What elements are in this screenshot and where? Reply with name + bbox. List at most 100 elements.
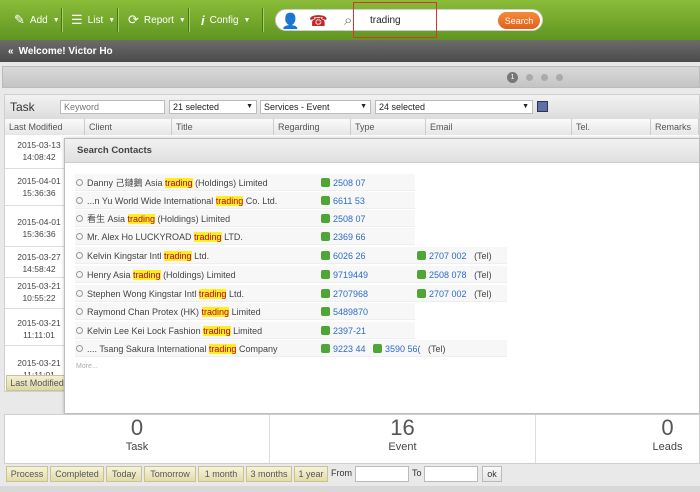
more-link[interactable]: More... [76, 363, 98, 370]
tel-type-label: (Tel) [474, 270, 492, 280]
contact-tel[interactable]: 2508 078 (Tel) [417, 267, 492, 283]
search-icon[interactable]: ⌕ [344, 12, 352, 29]
welcome-text: Welcome! Victor Ho [18, 45, 113, 57]
contact-tel[interactable]: 2397-21 [321, 323, 366, 339]
config-menu-label: Config [209, 14, 239, 26]
table-row[interactable]: 2015-04-01 15:36:36 [9, 216, 69, 240]
popup-title: Search Contacts [65, 139, 699, 163]
table-row[interactable]: 2015-04-01 15:36:36 [9, 175, 69, 199]
contact-tel[interactable]: 2508 07 [321, 175, 366, 191]
match-highlight: trading [164, 251, 192, 261]
keyword-input[interactable] [60, 100, 165, 114]
carousel-pager: 1 [507, 72, 563, 83]
filter-completed-button[interactable]: Completed [50, 466, 104, 482]
add-menu[interactable]: ✎ Add ▼ [14, 11, 60, 29]
pager-dot[interactable] [556, 74, 563, 81]
search-input[interactable] [356, 11, 496, 29]
table-row[interactable]: 2015-03-27 14:58:42 [9, 251, 69, 275]
list-icon: ☰ [71, 12, 83, 27]
column-header-title[interactable]: Title [172, 119, 274, 135]
row-divider [5, 205, 67, 206]
contact-tel[interactable]: 2508 07 [321, 211, 366, 227]
contact-tel[interactable]: 6611 53 [321, 193, 365, 209]
chevron-down-icon: ▼ [243, 16, 251, 24]
row-divider [5, 308, 67, 309]
contact-tel[interactable]: 9719449 [321, 267, 368, 283]
contact-tel[interactable]: 6026 26 [321, 248, 366, 264]
row-time: 15:36:36 [22, 229, 56, 239]
filter-1-month-button[interactable]: 1 month [198, 466, 244, 482]
filter-3-months-button[interactable]: 3 months [246, 466, 292, 482]
contact-result[interactable]: 看生 Asia trading (Holdings) Limited [76, 211, 230, 227]
status-select-value: 21 selected [173, 102, 220, 112]
tel-type-label: (Tel) [474, 251, 492, 261]
column-header-type[interactable]: Type [351, 119, 426, 135]
filter-tomorrow-button[interactable]: Tomorrow [144, 466, 196, 482]
person-icon[interactable]: 👤 [281, 12, 300, 30]
last-modified-sort-button[interactable]: Last Modified [6, 375, 68, 391]
list-menu[interactable]: ☰ List ▼ [71, 11, 115, 29]
column-header-regarding[interactable]: Regarding [274, 119, 351, 135]
contact-result[interactable]: Kelvin Lee Kei Lock Fashion trading Limi… [76, 323, 262, 339]
phone-icon[interactable]: ☎ [309, 12, 328, 30]
from-date-input[interactable] [355, 466, 409, 482]
report-menu[interactable]: ⟳ Report ▼ [128, 11, 186, 29]
filter-today-button[interactable]: Today [106, 466, 142, 482]
stat-task[interactable]: 0 Task [5, 415, 270, 463]
contact-icon [76, 252, 83, 259]
contact-tel[interactable]: 2707 002 (Tel) [417, 248, 492, 264]
category-select-value: Services - Event [264, 102, 330, 112]
double-chevron-left-icon[interactable]: « [8, 46, 14, 57]
contact-tel[interactable]: 3590 56( (Tel) [373, 341, 446, 357]
stat-number: 0 [661, 415, 674, 440]
report-menu-label: Report [143, 14, 174, 26]
to-date-input[interactable] [424, 466, 478, 482]
contact-tel[interactable]: 2369 66 [321, 229, 366, 245]
status-select[interactable]: 21 selected ▼ [169, 100, 257, 114]
contact-tel[interactable]: 5489870 [321, 304, 368, 320]
column-header-client[interactable]: Client [85, 119, 172, 135]
row-date: 2015-03-21 [17, 358, 61, 368]
stat-event[interactable]: 16 Event [270, 415, 536, 463]
phone-icon [321, 196, 330, 205]
contact-result[interactable]: Henry Asia trading (Holdings) Limited [76, 267, 236, 283]
table-row[interactable]: 2015-03-21 11:11:01 [9, 317, 69, 341]
contact-result[interactable]: Raymond Chan Protex (HK) trading Limited [76, 304, 261, 320]
search-button[interactable]: Search [498, 12, 540, 29]
row-time: 15:36:36 [22, 188, 56, 198]
tel-type-label: (Tel) [474, 289, 492, 299]
filter-process-button[interactable]: Process [6, 466, 48, 482]
contact-result[interactable]: Kelvin Kingstar Intl trading Ltd. [76, 248, 209, 264]
column-header-tel[interactable]: Tel. [572, 119, 651, 135]
save-icon[interactable] [537, 101, 548, 112]
contact-result[interactable]: ...n Yu World Wide International trading… [76, 193, 277, 209]
contact-result[interactable]: Mr. Alex Ho LUCKYROAD trading LTD. [76, 229, 243, 245]
category-select[interactable]: Services - Event ▼ [260, 100, 371, 114]
contact-result[interactable]: Stephen Wong Kingstar Intl trading Ltd. [76, 286, 244, 302]
contact-tel[interactable]: 2707 002 (Tel) [417, 286, 492, 302]
row-date: 2015-04-01 [17, 176, 61, 186]
pager-dot[interactable] [526, 74, 533, 81]
pager-dot[interactable] [541, 74, 548, 81]
contact-tel[interactable]: 9223 44 [321, 341, 366, 357]
column-header-remarks[interactable]: Remarks [651, 119, 699, 135]
menu-divider [188, 8, 189, 32]
config-menu[interactable]: i Config ▼ [201, 11, 250, 29]
table-row[interactable]: 2015-03-13 14:08:42 [9, 139, 69, 163]
contact-name-post: Ltd. [226, 289, 244, 299]
row-time: 14:58:42 [22, 264, 56, 274]
column-header-last-modified[interactable]: Last Modified [5, 119, 85, 135]
filter-1-year-button[interactable]: 1 year [294, 466, 328, 482]
contact-tel[interactable]: 2707968 [321, 286, 368, 302]
column-header-email[interactable]: Email [426, 119, 572, 135]
contact-result[interactable]: Danny 己鏈鵝 Asia trading (Holdings) Limite… [76, 175, 268, 191]
pager-dot-active[interactable]: 1 [507, 72, 518, 83]
contact-result[interactable]: .... Tsang Sakura International trading … [76, 341, 277, 357]
row-time: 11:11:01 [23, 330, 55, 340]
type-select[interactable]: 24 selected ▼ [375, 100, 533, 114]
menu-divider [262, 8, 263, 32]
table-row[interactable]: 2015-03-21 10:55:22 [9, 280, 69, 304]
ok-button[interactable]: ok [482, 466, 502, 482]
stat-leads[interactable]: 0 Leads [536, 415, 700, 463]
row-date: 2015-04-01 [17, 217, 61, 227]
